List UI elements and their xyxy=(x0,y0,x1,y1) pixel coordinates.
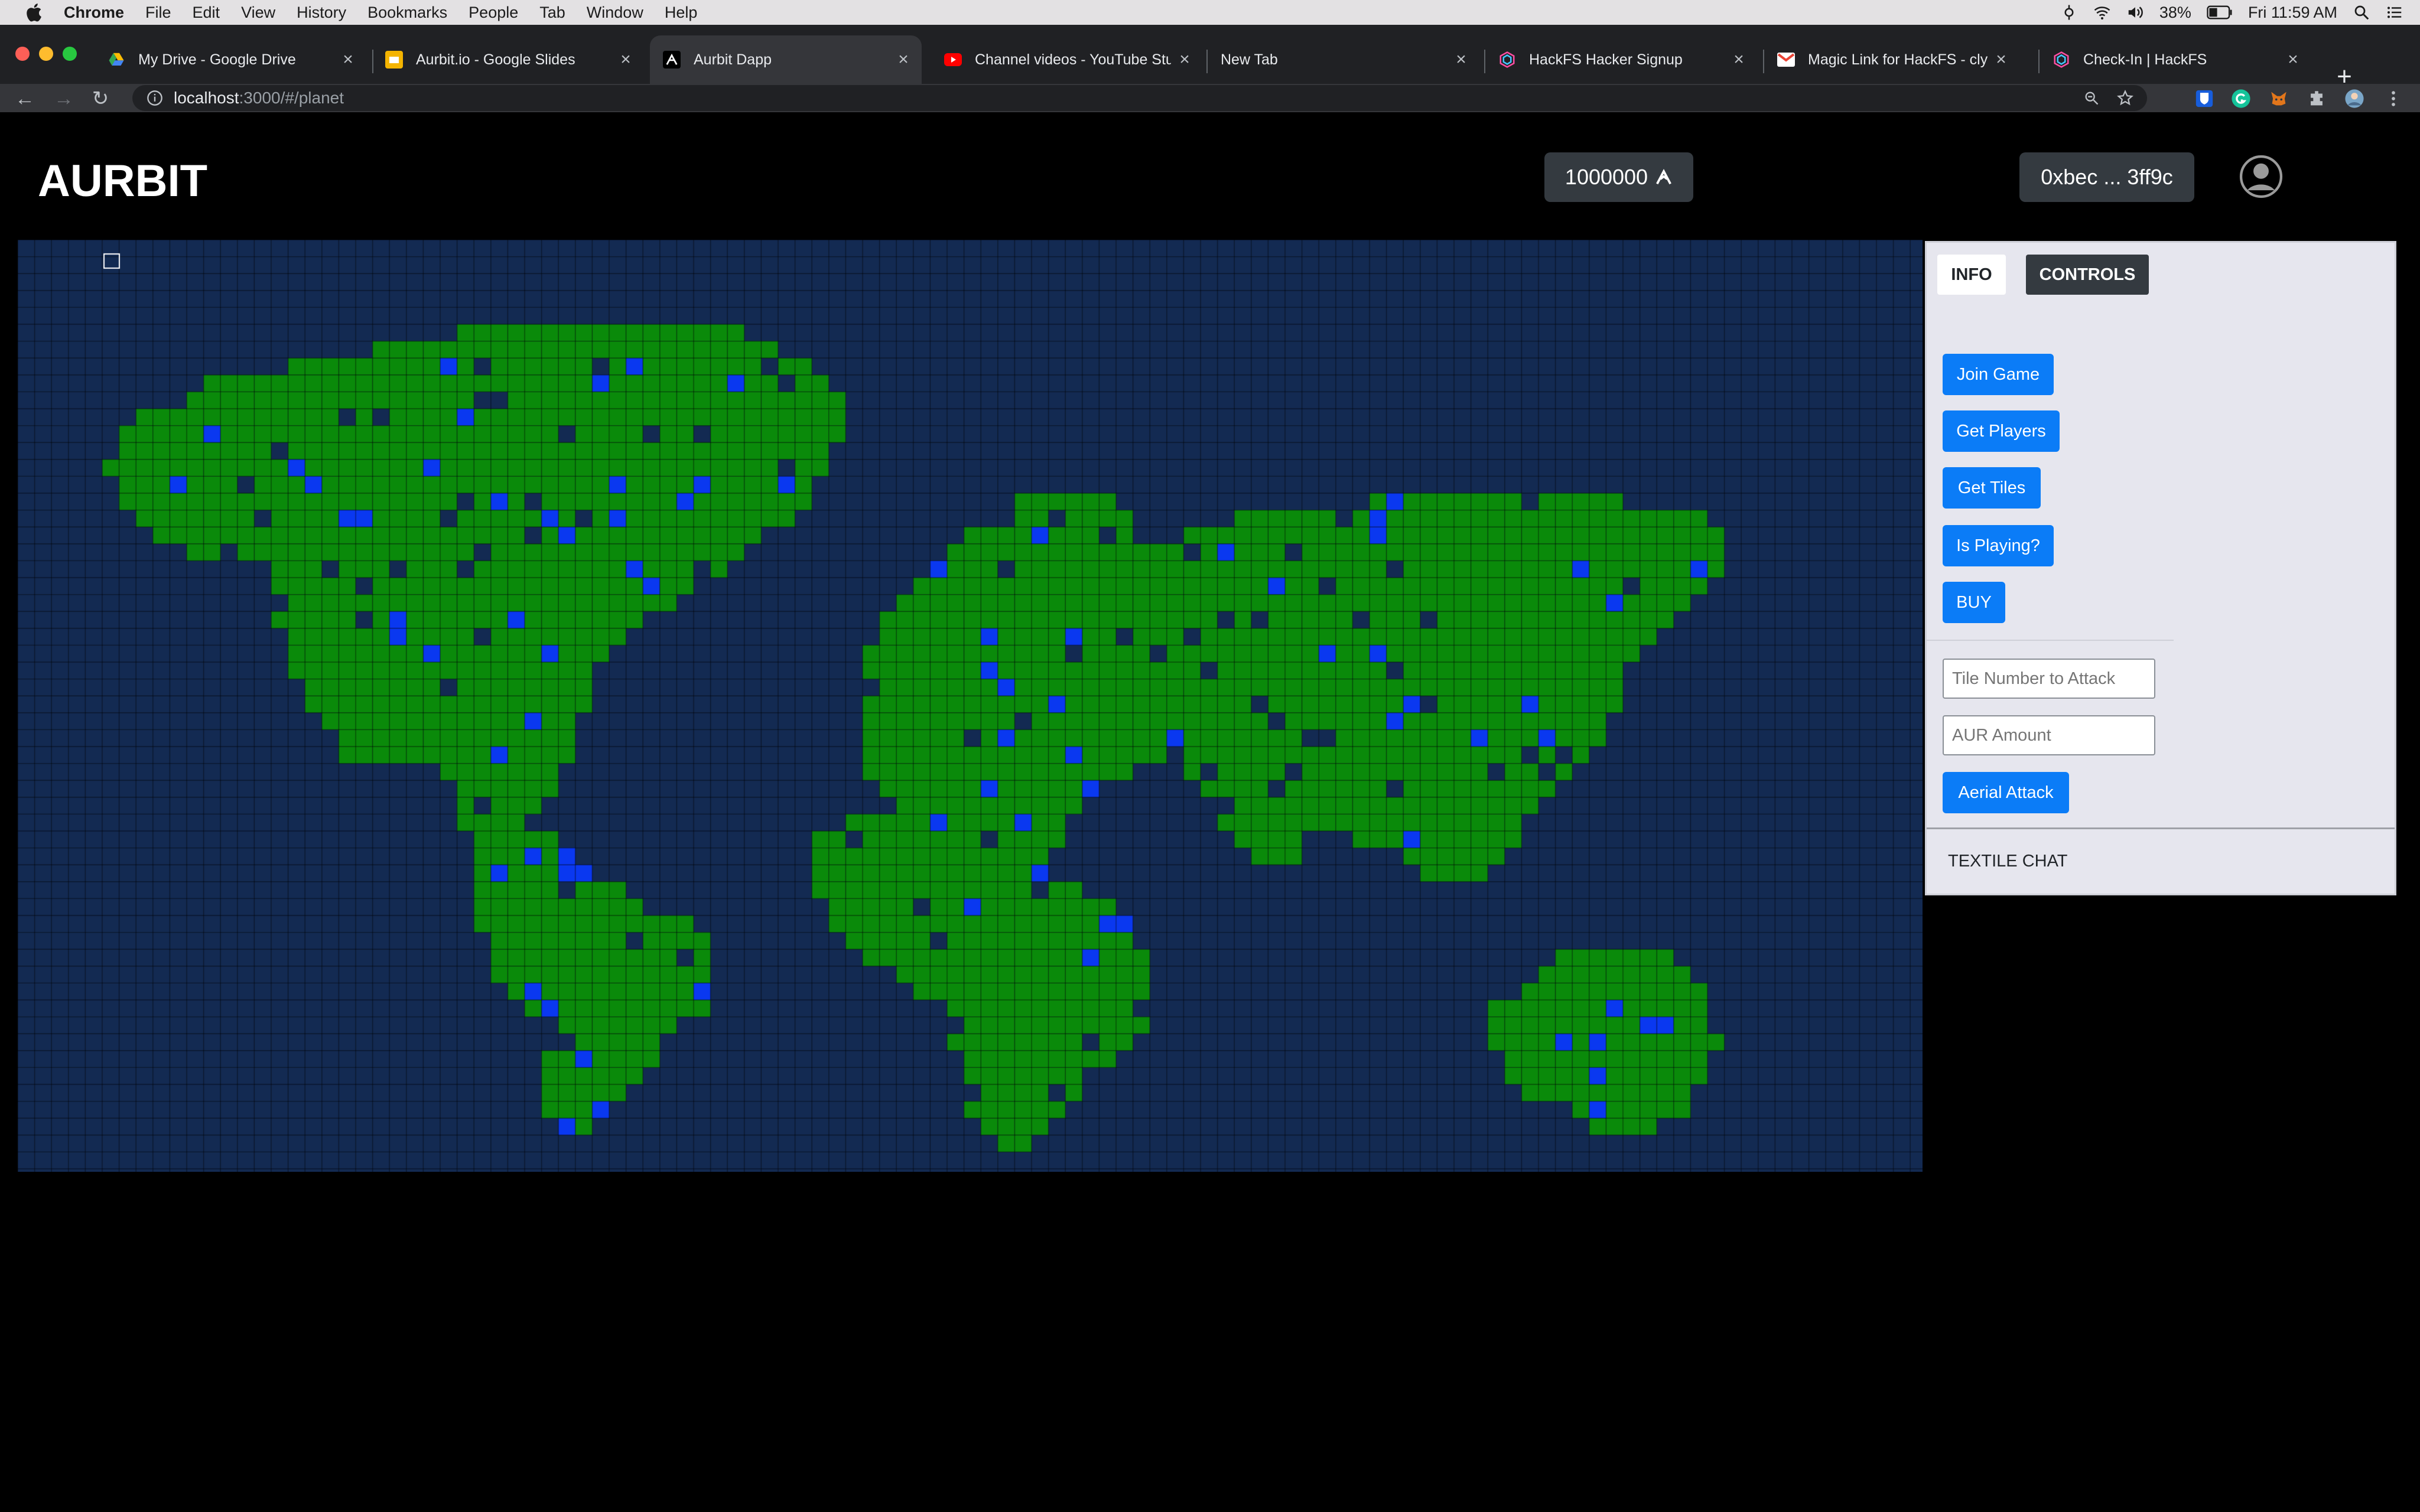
extensions-puzzle-icon[interactable] xyxy=(2307,89,2327,109)
tab-title: New Tab xyxy=(1221,51,1278,68)
get-tiles-button[interactable]: Get Tiles xyxy=(1943,467,2041,509)
flux-icon[interactable] xyxy=(2060,4,2078,21)
tab-info[interactable]: INFO xyxy=(1937,255,2006,295)
aur-balance-value: 1000000 xyxy=(1564,165,1648,189)
bitwarden-extension-icon[interactable] xyxy=(2194,89,2214,109)
close-icon[interactable]: × xyxy=(339,51,357,69)
aurbit-app: AURBIT 1000000 0xbec ... 3ff9c INFO CONT… xyxy=(0,112,2420,1512)
wifi-icon[interactable] xyxy=(2093,4,2111,21)
tab-title: My Drive - Google Drive xyxy=(138,51,296,68)
aur-token-icon xyxy=(1656,168,1671,185)
get-players-button[interactable]: Get Players xyxy=(1943,410,2060,452)
menu-history[interactable]: History xyxy=(297,4,346,22)
tab-hackfs-checkin[interactable]: Check-In | HackFS × xyxy=(2040,35,2311,84)
menu-app-name[interactable]: Chrome xyxy=(64,4,124,22)
metamask-extension-icon[interactable] xyxy=(2269,89,2289,109)
battery-percent: 38% xyxy=(2159,3,2191,21)
close-icon[interactable]: × xyxy=(1452,51,1470,69)
close-icon[interactable]: × xyxy=(1730,51,1748,69)
menu-view[interactable]: View xyxy=(241,4,275,22)
zoom-icon[interactable] xyxy=(2083,90,2100,106)
google-drive-icon xyxy=(108,51,125,69)
tab-title: Check-In | HackFS xyxy=(2083,51,2207,68)
url-host: localhost xyxy=(174,89,239,107)
wallet-address-badge[interactable]: 0xbec ... 3ff9c xyxy=(2019,152,2194,202)
menu-edit[interactable]: Edit xyxy=(193,4,220,22)
tile-number-input[interactable] xyxy=(1943,659,2155,699)
profile-avatar-icon[interactable] xyxy=(2344,89,2364,109)
tab-google-slides[interactable]: Aurbit.io - Google Slides × xyxy=(372,35,644,84)
tab-google-drive[interactable]: My Drive - Google Drive × xyxy=(95,35,366,84)
menu-file[interactable]: File xyxy=(145,4,171,22)
menu-bookmarks[interactable]: Bookmarks xyxy=(367,4,447,22)
textile-chat-label: TEXTILE CHAT xyxy=(1948,852,2068,871)
menu-help[interactable]: Help xyxy=(665,4,698,22)
tab-youtube-studio[interactable]: Channel videos - YouTube Stu × xyxy=(931,35,1203,84)
back-arrow-icon[interactable]: ← xyxy=(14,89,35,110)
close-icon[interactable]: × xyxy=(895,51,912,69)
close-icon[interactable]: × xyxy=(617,51,635,69)
spotlight-search-icon[interactable] xyxy=(2353,4,2370,21)
macos-menubar: Chrome File Edit View History Bookmarks … xyxy=(0,0,2420,25)
bookmark-star-icon[interactable] xyxy=(2116,89,2134,107)
planet-map[interactable] xyxy=(18,240,1923,1172)
menubar-clock[interactable]: Fri 11:59 AM xyxy=(2248,4,2337,22)
logo-text: AURBIT xyxy=(38,158,207,201)
url-path: :3000/#/planet xyxy=(239,89,344,107)
textile-chat-section[interactable]: TEXTILE CHAT xyxy=(1927,827,2395,894)
aurbit-logo[interactable]: AURBIT xyxy=(38,158,235,201)
tab-aurbit-dapp[interactable]: Aurbit Dapp × xyxy=(650,35,922,84)
user-avatar-icon[interactable] xyxy=(2239,155,2283,198)
tab-controls[interactable]: CONTROLS xyxy=(2026,255,2149,295)
tab-title: Aurbit Dapp xyxy=(694,51,772,68)
menu-window[interactable]: Window xyxy=(587,4,643,22)
browser-toolbar: ← → ↻ localhost:3000/#/planet xyxy=(0,84,2420,112)
tab-hackfs-signup[interactable]: HackFS Hacker Signup × xyxy=(1485,35,1757,84)
grammarly-extension-icon[interactable] xyxy=(2231,89,2251,109)
gmail-icon xyxy=(1777,51,1795,69)
aur-amount-input[interactable] xyxy=(1943,715,2155,755)
address-bar[interactable]: localhost:3000/#/planet xyxy=(132,85,2147,111)
tab-title: Channel videos - YouTube Stu xyxy=(975,51,1171,68)
aurbit-icon xyxy=(663,51,681,69)
close-icon[interactable]: × xyxy=(1992,51,2010,69)
tab-gmail-magic-link[interactable]: Magic Link for HackFS - clync × xyxy=(1764,35,2019,84)
hackfs-icon xyxy=(2053,51,2070,69)
notification-center-icon[interactable] xyxy=(2386,4,2403,21)
apple-icon[interactable] xyxy=(24,1,46,24)
control-panel: INFO CONTROLS Join Game Get Players Get … xyxy=(1925,241,2396,895)
info-icon[interactable] xyxy=(147,90,163,106)
hackfs-icon xyxy=(1498,51,1516,69)
youtube-icon xyxy=(944,51,962,69)
forward-arrow-icon[interactable]: → xyxy=(53,89,74,110)
chrome-menu-icon[interactable] xyxy=(2383,89,2403,109)
tab-title: HackFS Hacker Signup xyxy=(1529,51,1683,68)
menu-tab[interactable]: Tab xyxy=(539,4,565,22)
tab-title: Aurbit.io - Google Slides xyxy=(416,51,575,68)
google-slides-icon xyxy=(385,51,403,69)
window-zoom-button[interactable] xyxy=(63,47,77,61)
join-game-button[interactable]: Join Game xyxy=(1943,354,2054,395)
window-minimize-button[interactable] xyxy=(39,47,53,61)
tab-strip: My Drive - Google Drive × Aurbit.io - Go… xyxy=(0,25,2420,90)
close-icon[interactable]: × xyxy=(1176,51,1193,69)
tab-title: Magic Link for HackFS - clync xyxy=(1808,51,1988,68)
window-close-button[interactable] xyxy=(15,47,30,61)
buy-button[interactable]: BUY xyxy=(1943,582,2005,623)
menu-people[interactable]: People xyxy=(469,4,518,22)
is-playing-button[interactable]: Is Playing? xyxy=(1943,525,2054,566)
reload-icon[interactable]: ↻ xyxy=(90,89,111,110)
battery-icon[interactable] xyxy=(2207,4,2233,21)
tab-new-tab[interactable]: New Tab × xyxy=(1208,35,1479,84)
wallet-address: 0xbec ... 3ff9c xyxy=(2041,165,2173,189)
aerial-attack-button[interactable]: Aerial Attack xyxy=(1943,772,2069,813)
volume-icon[interactable] xyxy=(2126,4,2144,21)
panel-divider xyxy=(1927,640,2174,641)
aur-balance-badge[interactable]: 1000000 xyxy=(1544,152,1693,202)
close-icon[interactable]: × xyxy=(2284,51,2302,69)
tile-grid-canvas[interactable] xyxy=(18,240,1923,1172)
